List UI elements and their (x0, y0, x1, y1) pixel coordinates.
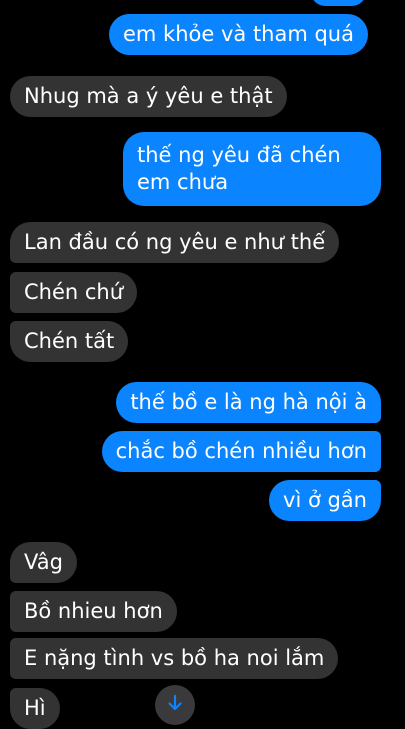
message-incoming[interactable]: Chén tất (10, 321, 129, 362)
message-outgoing[interactable]: vì ở gần (269, 480, 381, 521)
message-incoming[interactable]: Bồ nhieu hơn (10, 591, 177, 632)
previous-message-bubble-edge (311, 0, 366, 6)
message-outgoing[interactable]: em khỏe và tham quá (109, 14, 368, 55)
message-outgoing[interactable]: thế ng yêu đã chén em chưa (123, 132, 381, 206)
message-incoming[interactable]: Chén chứ (10, 272, 138, 313)
message-outgoing[interactable]: thế bồ e là ng hà nội à (116, 382, 381, 423)
message-outgoing[interactable]: chắc bồ chén nhiều hơn (101, 431, 381, 472)
message-incoming[interactable]: Hì (10, 688, 60, 729)
message-incoming[interactable]: E nặng tình vs bồ ha noi lắm (10, 638, 339, 679)
arrow-down-icon (166, 694, 184, 716)
message-incoming[interactable]: Nhug mà a ý yêu e thật (10, 76, 287, 117)
message-incoming[interactable]: Vâg (10, 542, 77, 583)
scroll-to-bottom-button[interactable] (155, 685, 195, 725)
message-incoming[interactable]: Lan đầu có ng yêu e như thế (10, 222, 340, 263)
